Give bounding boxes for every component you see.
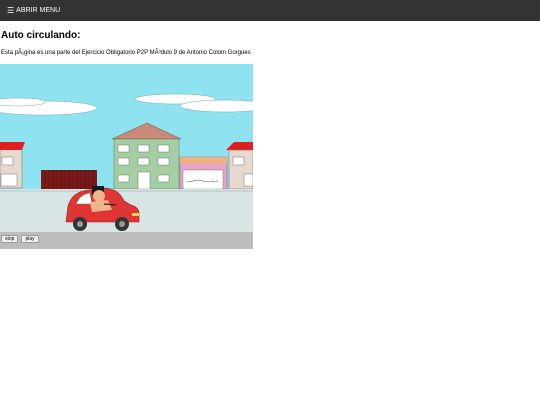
hamburger-icon: ☰ bbox=[7, 6, 15, 15]
open-menu-label: ABRIR MENU bbox=[16, 7, 61, 14]
wooden-fence bbox=[41, 170, 97, 189]
animation-scene bbox=[0, 64, 253, 249]
cloud-left-top bbox=[0, 97, 47, 107]
pink-house bbox=[179, 156, 228, 190]
page-description: Esta pÃ¡gina es una parte del Ejercicio … bbox=[1, 50, 251, 56]
open-menu-button[interactable]: ☰ ABRIR MENU bbox=[7, 4, 60, 17]
animation-controls: stop play bbox=[1, 235, 39, 243]
house-right bbox=[226, 142, 253, 190]
animation-canvas bbox=[0, 64, 253, 249]
top-navigation-bar: ☰ ABRIR MENU bbox=[0, 0, 540, 21]
page-title: Auto circulando: bbox=[1, 30, 81, 41]
house-left bbox=[0, 142, 25, 189]
play-button[interactable]: play bbox=[21, 235, 39, 243]
stop-button[interactable]: stop bbox=[1, 235, 19, 243]
